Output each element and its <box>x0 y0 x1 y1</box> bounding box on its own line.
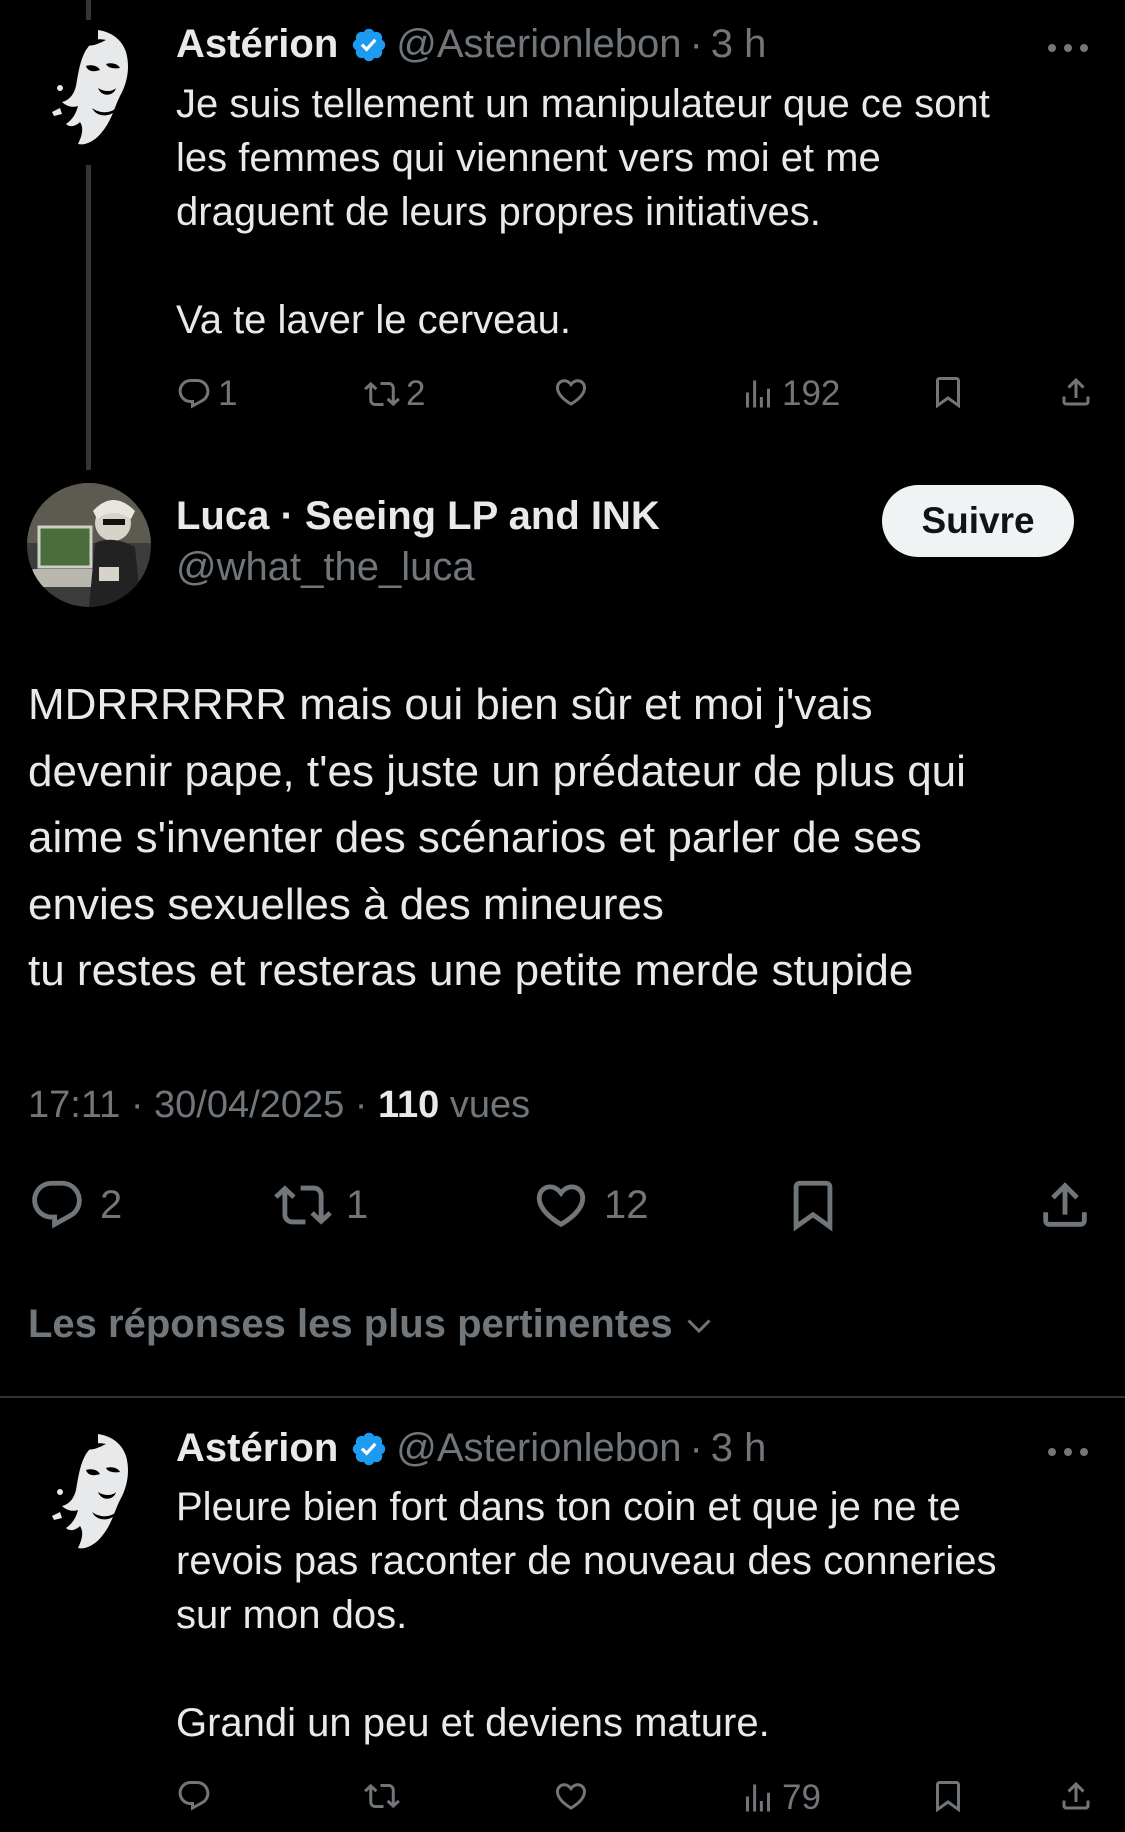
like-button[interactable] <box>553 1778 595 1814</box>
heart-icon <box>532 1176 590 1234</box>
share-button[interactable] <box>1058 1778 1094 1814</box>
views-label: vues <box>449 1084 531 1126</box>
timestamp[interactable]: 17:11 · 30/04/2025 · <box>28 1084 378 1126</box>
author-name[interactable]: Astérion <box>176 22 338 67</box>
reply-button[interactable] <box>176 1778 218 1814</box>
repost-arrows-icon <box>364 376 400 412</box>
ellipsis-icon[interactable] <box>1044 38 1092 58</box>
bookmark-button[interactable] <box>930 1778 966 1814</box>
thread-connector <box>86 165 91 470</box>
post-time[interactable]: 3 h <box>711 1426 767 1471</box>
tweet-header: Astérion @Asterionlebon · 3 h <box>176 1426 766 1471</box>
repost-arrows-icon <box>364 1778 400 1814</box>
tweet-text: MDRRRRRR mais oui bien sûr et moi j'vais… <box>28 680 966 995</box>
bookmark-icon <box>784 1176 842 1234</box>
reply-count: 2 <box>100 1182 123 1227</box>
bar-chart-icon <box>740 1780 776 1816</box>
reply-button[interactable]: 2 <box>28 1176 122 1234</box>
share-upload-icon <box>1036 1176 1094 1234</box>
verified-badge-icon <box>350 26 388 64</box>
verified-badge-icon <box>350 1430 388 1468</box>
separator-dot: · <box>689 22 703 66</box>
share-upload-icon <box>1058 374 1094 410</box>
share-button[interactable] <box>1058 374 1094 410</box>
tweet-text: Pleure bien fort dans ton coin et que je… <box>176 1485 997 1745</box>
divider <box>0 1396 1125 1398</box>
bookmark-icon <box>930 1778 966 1814</box>
like-count: 12 <box>604 1182 649 1227</box>
chevron-down-icon <box>681 1307 717 1343</box>
views-count: 79 <box>782 1778 821 1817</box>
separator-dot: · <box>689 1426 703 1470</box>
bar-chart-icon <box>740 376 776 412</box>
speech-bubble-icon <box>176 1778 212 1814</box>
ellipsis-icon[interactable] <box>1044 1442 1092 1462</box>
bookmark-icon <box>930 374 966 410</box>
heart-icon <box>553 1778 589 1814</box>
author-handle[interactable]: @Asterionlebon <box>396 22 681 67</box>
reply-count: 1 <box>218 374 238 413</box>
author-name[interactable]: Astérion <box>176 1426 338 1471</box>
author-name[interactable]: Luca · Seeing LP and INK <box>176 494 660 539</box>
views-button[interactable]: 192 <box>740 374 840 414</box>
sort-label: Les réponses les plus pertinentes <box>28 1302 673 1346</box>
post-time[interactable]: 3 h <box>711 22 767 67</box>
follow-button[interactable]: Suivre <box>882 485 1074 557</box>
author-handle[interactable]: @Asterionlebon <box>396 1426 681 1471</box>
thread-connector-top <box>86 0 91 20</box>
heart-icon <box>553 374 589 410</box>
avatar[interactable] <box>27 483 151 607</box>
repost-count: 2 <box>406 374 426 413</box>
like-button[interactable] <box>553 374 595 410</box>
tweet-text: Je suis tellement un manipulateur que ce… <box>176 82 990 342</box>
share-button[interactable] <box>1036 1176 1094 1234</box>
bookmark-button[interactable] <box>930 374 966 410</box>
repost-button[interactable] <box>364 1778 406 1814</box>
like-button[interactable]: 12 <box>532 1176 649 1234</box>
repost-button[interactable]: 2 <box>364 374 425 414</box>
avatar[interactable] <box>48 1428 138 1556</box>
tweet-meta: 17:11 · 30/04/2025 · 110 vues <box>28 1084 530 1127</box>
speech-bubble-icon <box>28 1176 86 1234</box>
repost-arrows-icon <box>274 1176 332 1234</box>
replies-sort-dropdown[interactable]: Les réponses les plus pertinentes <box>28 1302 717 1347</box>
share-upload-icon <box>1058 1778 1094 1814</box>
views-button[interactable]: 79 <box>740 1778 821 1818</box>
views-count: 192 <box>782 374 841 413</box>
reply-button[interactable]: 1 <box>176 374 237 414</box>
author-handle[interactable]: @what_the_luca <box>176 545 475 590</box>
repost-count: 1 <box>346 1182 369 1227</box>
speech-bubble-icon <box>176 376 212 412</box>
repost-button[interactable]: 1 <box>274 1176 368 1234</box>
avatar[interactable] <box>48 24 138 152</box>
bookmark-button[interactable] <box>784 1176 842 1234</box>
views-count: 110 <box>378 1084 440 1126</box>
tweet-header: Astérion @Asterionlebon · 3 h <box>176 22 766 67</box>
